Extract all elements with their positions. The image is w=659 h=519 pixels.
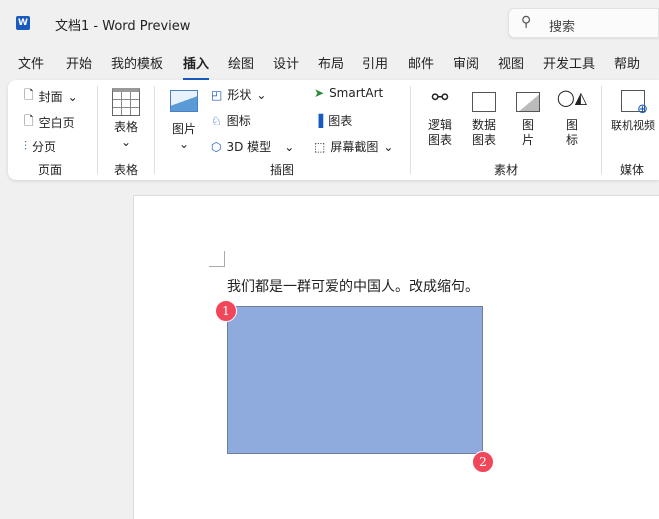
icons-button[interactable]: ♘ 图标 [211,112,251,129]
screenshot-button[interactable]: ⬚ 屏幕截图 ⌄ [314,138,393,155]
ribbon: 🗋 封面 ⌄ 🗋 空白页 ⫶ 分页 页面 表格 ⌄ 表格 图片 ⌄ ◰ 形状 ⌄ ♘ 图标 ⬡ 3D… [8,80,659,180]
tab-5[interactable]: 设计 [273,53,299,78]
annotation-badge-1: 1 [215,300,237,322]
smartart-button[interactable]: ➤ SmartArt [314,86,383,100]
video-globe-icon: ⊕ [621,90,648,117]
tab-10[interactable]: 视图 [498,53,524,78]
chevron-down-icon: ⌄ [256,87,267,102]
logic-chart-icon: ⚯ [431,85,449,109]
annotation-badge-2: 2 [472,451,494,473]
tab-8[interactable]: 邮件 [408,53,434,78]
tab-2[interactable]: 我的模板 [111,53,163,78]
chart-icon: ▐ [314,113,324,128]
page-break-button[interactable]: ⫶ 分页 [24,138,56,155]
chart-button[interactable]: ▐ 图表 [314,112,352,129]
picture-button[interactable]: 图片 ⌄ [166,90,202,152]
search-box[interactable]: ⚲ 搜索 [508,8,659,38]
tab-9[interactable]: 审阅 [453,53,479,78]
shapes-icon: ◰ [211,87,223,102]
chevron-down-icon: ⌄ [120,135,132,149]
data-chart-icon [472,92,496,112]
icons-icon: ♘ [211,113,222,128]
shapes-icon: ◯◭ [556,88,588,107]
window-title: 文档1 - Word Preview [55,19,191,34]
table-icon [112,88,140,116]
3d-model-button[interactable]: ⬡ 3D 模型 ⌄ [211,138,294,155]
tab-1[interactable]: 开始 [66,53,92,78]
group-label-illustrations: 插图 [270,163,295,177]
screenshot-icon: ⬚ [314,139,326,154]
group-label-pages: 页面 [38,163,63,177]
tab-3[interactable]: 插入 [183,53,210,81]
data-chart-button[interactable]: 数据 图表 [466,90,502,148]
stock-picture-button[interactable]: 图 片 [510,90,546,148]
group-label-media: 媒体 [620,163,645,177]
page-break-icon: ⫶ [24,139,28,153]
image-icon [516,92,540,112]
stock-icon-button[interactable]: ◯◭ 图 标 [554,90,590,148]
tab-11[interactable]: 开发工具 [543,53,595,78]
table-button[interactable]: 表格 ⌄ [108,88,144,150]
word-icon: W [16,16,30,30]
online-video-button[interactable]: ⊕ 联机视频 [608,90,658,133]
blank-page-button[interactable]: 🗋 空白页 [24,112,75,133]
chevron-down-icon: ⌄ [383,139,394,154]
tab-4[interactable]: 绘图 [228,53,254,78]
picture-icon [170,90,198,112]
tab-7[interactable]: 引用 [362,53,388,78]
chevron-down-icon: ⌄ [67,89,78,104]
cover-button[interactable]: 🗋 封面 ⌄ [24,86,78,107]
tab-12[interactable]: 帮助 [614,53,640,78]
cover-icon: 🗋 [24,88,34,102]
page-icon: 🗋 [24,114,34,128]
cube-icon: ⬡ [211,139,222,154]
shapes-button[interactable]: ◰ 形状 ⌄ [211,86,266,103]
rectangle-shape[interactable] [227,306,483,454]
group-label-assets: 素材 [494,163,519,177]
tab-0[interactable]: 文件 [18,53,44,78]
logic-chart-button[interactable]: ⚯ 逻辑 图表 [422,85,458,148]
ribbon-tabs: 文件 开始 我的模板 插入 绘图 设计 布局 引用 邮件 审阅 视图 开发工具 帮助 [0,53,659,81]
group-label-table: 表格 [114,163,139,177]
tab-6[interactable]: 布局 [318,53,344,78]
smartart-icon: ➤ [314,86,325,100]
search-icon: ⚲ [521,14,532,30]
chevron-down-icon: ⌄ [284,139,295,154]
chevron-down-icon: ⌄ [178,137,190,151]
document-text[interactable]: 我们都是一群可爱的中国人。改成缩句。 [227,276,647,296]
margin-corner-mark [209,251,225,267]
search-input[interactable]: 搜索 [549,16,575,35]
